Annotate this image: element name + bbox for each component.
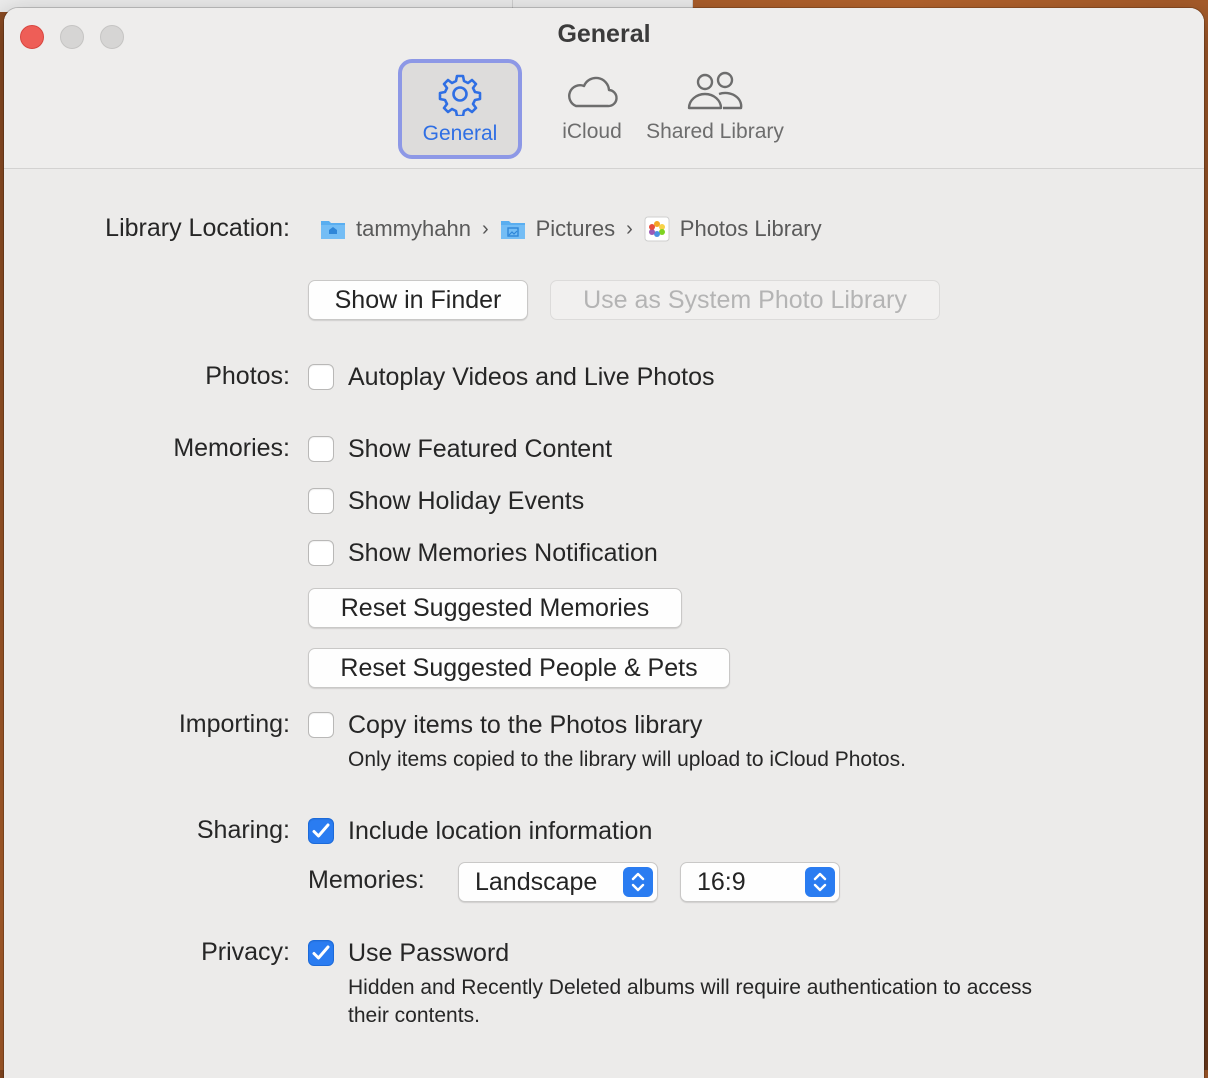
checkmark-icon: [312, 945, 330, 960]
chevron-right-icon: ›: [481, 217, 489, 240]
show-in-finder-button[interactable]: Show in Finder: [308, 280, 528, 320]
memories-aspect-select[interactable]: 16:9: [680, 862, 840, 902]
copy-items-option[interactable]: Copy items to the Photos library: [308, 710, 702, 740]
use-password-checkbox[interactable]: [308, 940, 334, 966]
holiday-events-checkbox[interactable]: [308, 488, 334, 514]
home-folder-icon: [321, 221, 345, 239]
tab-general[interactable]: General: [398, 59, 522, 159]
chevron-up-down-icon: [623, 867, 653, 897]
privacy-note: Hidden and Recently Deleted albums will …: [348, 976, 1033, 1027]
gear-icon: [438, 74, 482, 116]
path-segment-home-label: tammyhahn: [356, 216, 471, 241]
memories-orientation-value: Landscape: [475, 868, 598, 896]
copy-items-label: Copy items to the Photos library: [348, 710, 703, 739]
reset-suggested-people-button[interactable]: Reset Suggested People & Pets: [308, 648, 730, 688]
pictures-folder-icon: [500, 221, 525, 239]
photos-library-icon: [644, 216, 670, 242]
autoplay-label: Autoplay Videos and Live Photos: [348, 362, 715, 391]
memories-notification-checkbox[interactable]: [308, 540, 334, 566]
reset-suggested-memories-button[interactable]: Reset Suggested Memories: [308, 588, 682, 628]
importing-note: Only items copied to the library will up…: [348, 748, 906, 771]
chevron-right-icon: ›: [626, 217, 633, 240]
photos-label: Photos:: [205, 362, 290, 390]
memories-aspect-value: 16:9: [697, 868, 746, 896]
holiday-events-label: Show Holiday Events: [348, 486, 585, 515]
memories-notification-option[interactable]: Show Memories Notification: [308, 538, 658, 568]
include-location-option[interactable]: Include location information: [308, 816, 652, 846]
featured-content-checkbox[interactable]: [308, 436, 334, 462]
include-location-label: Include location information: [348, 816, 653, 845]
tab-general-label: General: [422, 122, 498, 145]
memories-label: Memories:: [173, 434, 290, 462]
path-segment-photos-library-label: Photos Library: [679, 216, 822, 241]
use-as-system-library-button[interactable]: Use as System Photo Library: [550, 280, 940, 320]
sharing-memories-label: Memories:: [308, 866, 425, 894]
privacy-label: Privacy:: [201, 938, 290, 966]
memories-orientation-select[interactable]: Landscape: [458, 862, 658, 902]
featured-content-label: Show Featured Content: [348, 434, 613, 463]
chevron-up-down-icon: [805, 867, 835, 897]
use-password-option[interactable]: Use Password: [308, 938, 509, 968]
importing-label: Importing:: [178, 710, 290, 738]
path-segment-pictures-label: Pictures: [535, 216, 616, 241]
people-icon: [687, 71, 743, 110]
tab-shared-library[interactable]: Shared Library: [634, 60, 796, 156]
include-location-checkbox[interactable]: [308, 818, 334, 844]
autoplay-option[interactable]: Autoplay Videos and Live Photos: [308, 362, 714, 392]
sharing-label: Sharing:: [196, 816, 290, 844]
autoplay-checkbox[interactable]: [308, 364, 334, 390]
tab-shared-library-label: Shared Library: [646, 120, 784, 143]
path-segment-pictures: Pictures: [500, 216, 615, 242]
cloud-icon: [568, 76, 618, 108]
toolbar: General General iCloud Shared Library: [4, 8, 1204, 169]
window-title: General: [557, 20, 651, 48]
checkmark-icon: [312, 823, 330, 838]
library-location-label: Library Location:: [105, 214, 290, 242]
path-segment-photos-library: Photos Library: [644, 216, 822, 242]
path-segment-home: tammyhahn: [320, 216, 471, 242]
use-password-label: Use Password: [348, 938, 510, 967]
memories-notification-label: Show Memories Notification: [348, 538, 658, 567]
library-path: tammyhahn › Pictures › Photos Library: [320, 214, 822, 244]
copy-items-checkbox[interactable]: [308, 712, 334, 738]
featured-content-option[interactable]: Show Featured Content: [308, 434, 612, 464]
preferences-window: General General iCloud Shared Library Li…: [4, 8, 1204, 1078]
holiday-events-option[interactable]: Show Holiday Events: [308, 486, 584, 516]
background-divider: [512, 0, 513, 8]
